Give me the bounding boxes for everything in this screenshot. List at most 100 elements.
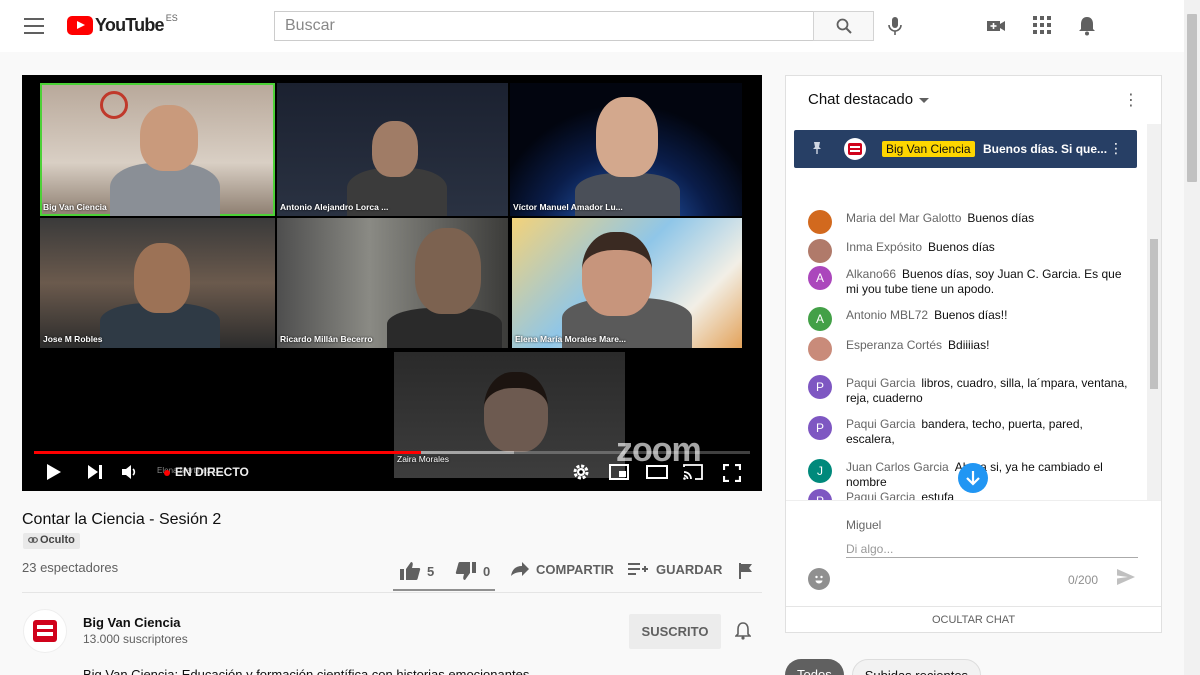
more-options-icon[interactable]: ⋮ [1123, 90, 1139, 110]
chat-author-avatar [808, 239, 832, 263]
chat-message-input[interactable]: Di algo... [846, 538, 1138, 558]
chat-title: Chat destacado [808, 91, 914, 108]
subscribed-button[interactable]: SUSCRITO [629, 614, 721, 649]
chat-mode-dropdown[interactable]: Chat destacado [808, 91, 930, 108]
thumbs-down-icon [455, 562, 476, 580]
add-to-playlist-icon [628, 563, 648, 575]
chat-message-list[interactable]: Maria del Mar Galotto Buenos días Inma Exp… [786, 124, 1161, 500]
chat-message[interactable]: P Paqui Garcia bandera, techo, puerta, par… [808, 416, 1128, 447]
channel-avatar[interactable] [23, 609, 67, 653]
section-divider [22, 592, 762, 593]
create-video-icon[interactable] [986, 16, 1006, 36]
pin-icon [813, 142, 821, 154]
participant-name: Víctor Manuel Amador Lu... [513, 202, 623, 212]
visibility-label: Oculto [40, 534, 75, 546]
progress-bar[interactable] [34, 451, 750, 454]
chat-message-text: Bdiiiias! [948, 338, 990, 352]
chat-author-name: Juan Carlos Garcia [846, 460, 949, 474]
participant-face [372, 121, 418, 177]
miniplayer-icon[interactable] [609, 464, 629, 480]
search-icon [836, 18, 852, 34]
participant-name: Antonio Alejandro Lorca ... [280, 202, 389, 212]
live-chat-panel: Chat destacado ⋮ Maria del Mar Galotto Bu… [785, 75, 1162, 633]
apps-grid-icon[interactable] [1033, 16, 1051, 34]
participant-tile: Jose M Robles [40, 218, 275, 348]
search-button[interactable] [813, 11, 874, 41]
participant-face [415, 228, 481, 314]
chat-author-avatar: P [808, 416, 832, 440]
channel-logo-icon [848, 143, 862, 155]
search-placeholder: Buscar [285, 17, 335, 34]
chat-author-name: Paqui Garcia [846, 376, 916, 390]
chat-message[interactable]: A Antonio MBL72 Buenos días!! [808, 307, 1128, 331]
chat-message[interactable]: P Paqui Garcia libros, cuadro, silla, la´m… [808, 375, 1128, 406]
participant-face [582, 232, 652, 316]
subscriber-count: 13.000 suscriptores [83, 632, 188, 646]
chat-input-username: Miguel [846, 518, 882, 532]
theater-mode-icon[interactable] [646, 464, 668, 480]
menu-icon[interactable] [24, 18, 44, 34]
chat-message[interactable]: Maria del Mar Galotto Buenos días [808, 210, 1128, 234]
participant-tile: Antonio Alejandro Lorca ... [277, 83, 508, 216]
page-scrollbar[interactable] [1184, 0, 1200, 675]
share-button[interactable]: COMPARTIR [510, 561, 614, 577]
smiley-icon [815, 575, 823, 584]
cast-icon[interactable] [682, 463, 704, 481]
chat-input-placeholder: Di algo... [846, 542, 894, 556]
report-flag-icon[interactable] [738, 563, 754, 579]
hide-chat-button[interactable]: OCULTAR CHAT [786, 606, 1161, 633]
chip-recent-uploads[interactable]: Subidas recientes [851, 659, 982, 675]
like-button[interactable]: 5 [399, 561, 434, 581]
chat-author-avatar: A [808, 266, 832, 290]
search-input[interactable]: Buscar [274, 11, 814, 41]
dislike-button[interactable]: 0 [455, 561, 490, 581]
chat-author-name: Antonio MBL72 [846, 308, 929, 322]
notifications-bell-icon[interactable] [1078, 16, 1096, 36]
chat-author-avatar [808, 210, 832, 234]
chat-scrollbar-thumb[interactable] [1150, 239, 1158, 389]
channel-name[interactable]: Big Van Ciencia [83, 615, 181, 630]
video-player[interactable]: Big Van Ciencia Antonio Alejandro Lorca … [22, 75, 762, 491]
youtube-play-icon [67, 16, 93, 35]
logo-text: YouTube [95, 15, 165, 35]
next-icon[interactable] [87, 464, 103, 480]
participant-name: Ricardo Millán Becerro [280, 334, 373, 344]
save-label: GUARDAR [656, 561, 723, 577]
youtube-logo[interactable]: YouTube ES [67, 13, 178, 36]
chat-author-name: Paqui Garcia [846, 490, 916, 500]
like-count: 5 [427, 563, 435, 579]
participant-body [387, 308, 502, 348]
fullscreen-icon[interactable] [723, 464, 741, 482]
chat-message[interactable]: Inma Expósito Buenos días [808, 239, 1128, 263]
settings-gear-icon[interactable] [572, 463, 590, 481]
microphone-icon[interactable] [887, 16, 903, 36]
live-indicator[interactable]: EN DIRECTO [164, 465, 249, 479]
participant-tile: Big Van Ciencia [40, 83, 275, 216]
chat-author-name: Maria del Mar Galotto [846, 211, 962, 225]
chat-scrollbar[interactable] [1147, 124, 1161, 500]
pinned-more-icon[interactable]: ⋮ [1109, 140, 1123, 157]
participant-name: Elena María Morales Mare... [515, 334, 627, 344]
pinned-author-avatar [844, 138, 866, 160]
chat-message-text: Buenos días!! [934, 308, 1008, 322]
pinned-message[interactable]: Big Van Ciencia Buenos días. Si que... ⋮ [794, 130, 1137, 168]
channel-notification-bell-icon[interactable] [735, 622, 751, 640]
chat-author-name: Paqui Garcia [846, 417, 916, 431]
chat-author-avatar: P [808, 489, 832, 500]
volume-icon[interactable] [121, 463, 139, 481]
chat-author-avatar: P [808, 375, 832, 399]
send-icon[interactable] [1116, 568, 1136, 586]
chat-message-text: estufa [921, 490, 955, 500]
page-scrollbar-thumb[interactable] [1187, 14, 1197, 182]
pinned-message-text: Buenos días. Si que... [983, 142, 1108, 156]
scroll-to-bottom-button[interactable] [958, 463, 988, 493]
save-button[interactable]: GUARDAR [628, 561, 722, 577]
emoji-icon[interactable] [808, 568, 830, 590]
chat-message[interactable]: A Alkano66 Buenos días, soy Juan C. Garcia… [808, 266, 1128, 297]
participant-face [140, 105, 198, 171]
participant-tile: Elena María Morales Mare... [512, 218, 742, 348]
play-icon[interactable] [46, 463, 62, 481]
chat-message[interactable]: Esperanza Cortés Bdiiiias! [808, 337, 1128, 361]
arrow-down-icon [966, 471, 980, 486]
chip-all[interactable]: Todos [785, 659, 844, 675]
